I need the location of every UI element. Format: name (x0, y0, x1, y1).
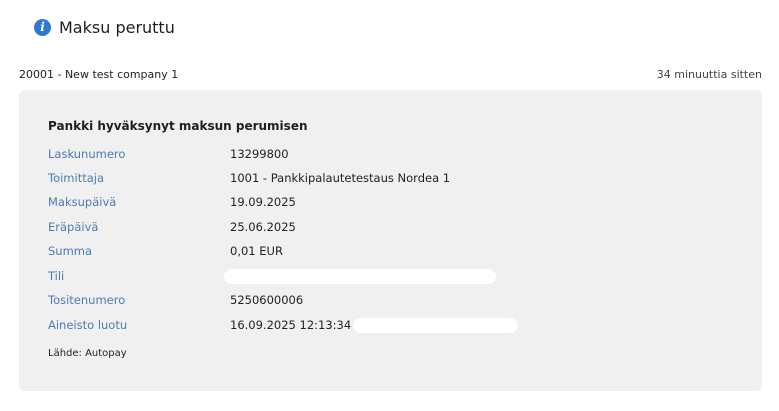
redacted-account (224, 268, 496, 284)
detail-label: Maksupäivä (48, 195, 117, 209)
detail-value: 1001 - Pankkipalautetestaus Nordea 1 (230, 171, 451, 185)
detail-label: Toimittaja (48, 171, 105, 185)
card-title: Pankki hyväksynyt maksun perumisen (48, 119, 308, 133)
source-label: Lähde: Autopay (48, 348, 127, 359)
detail-value: 19.09.2025 (230, 195, 296, 209)
detail-row-amount: Summa 0,01 EUR (48, 242, 283, 260)
detail-row-payment-date: Maksupäivä 19.09.2025 (48, 193, 296, 211)
detail-label: Tili (48, 269, 65, 283)
timestamp: 34 minuuttia sitten (656, 68, 762, 81)
detail-label: Eräpäivä (48, 220, 99, 234)
detail-label: Laskunumero (48, 147, 126, 161)
company-name: 20001 - New test company 1 (19, 68, 179, 81)
page-title: Maksu peruttu (59, 17, 175, 37)
info-icon: i (34, 18, 51, 36)
notification-header: i Maksu peruttu (34, 14, 175, 40)
detail-value: 13299800 (230, 147, 289, 161)
detail-row-supplier: Toimittaja 1001 - Pankkipalautetestaus N… (48, 169, 450, 187)
created-timestamp: 16.09.2025 12:13:34 (230, 318, 352, 332)
detail-row-account: Tili (48, 267, 496, 285)
redacted-creator (353, 317, 519, 333)
detail-row-created: Aineisto luotu 16.09.2025 12:13:34 (48, 316, 519, 334)
detail-row-voucher-number: Tositenumero 5250600006 (48, 291, 303, 309)
detail-value: 5250600006 (230, 293, 304, 307)
detail-value (224, 268, 496, 284)
detail-label: Aineisto luotu (48, 318, 128, 332)
details-card: Pankki hyväksynyt maksun perumisen Lasku… (19, 90, 762, 391)
detail-value: 0,01 EUR (230, 244, 283, 258)
detail-row-invoice-number: Laskunumero 13299800 (48, 145, 289, 163)
detail-value: 16.09.2025 12:13:34 (230, 317, 519, 333)
detail-row-due-date: Eräpäivä 25.06.2025 (48, 218, 296, 236)
detail-label: Summa (48, 244, 93, 258)
detail-label: Tositenumero (48, 293, 126, 307)
detail-value: 25.06.2025 (230, 220, 296, 234)
